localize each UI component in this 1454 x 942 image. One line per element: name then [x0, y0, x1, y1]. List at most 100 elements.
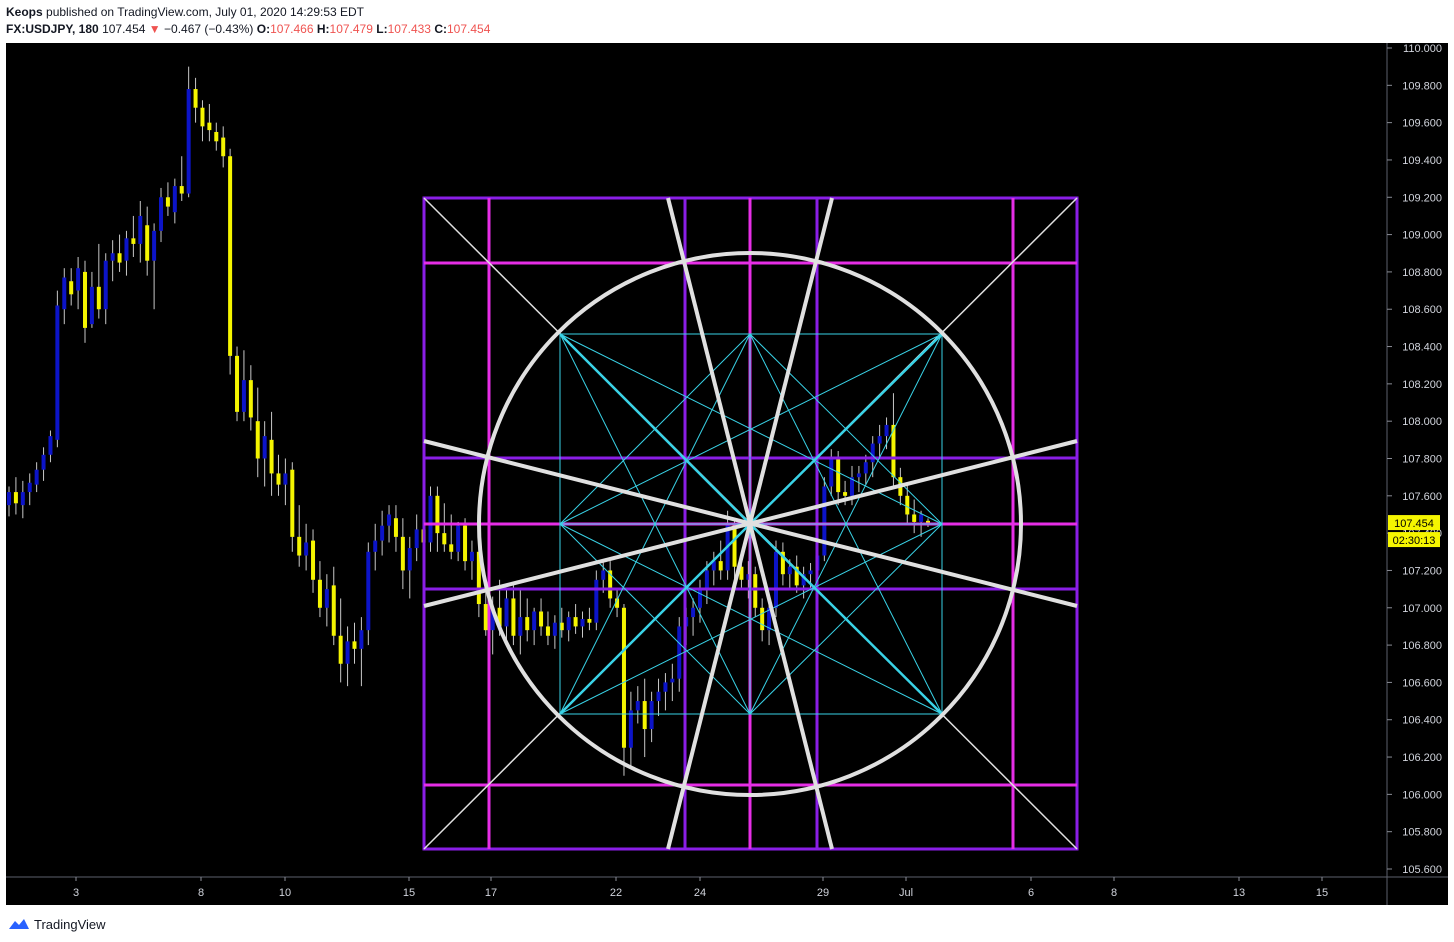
candle-body: [511, 598, 516, 636]
candle-body: [235, 355, 240, 412]
candle-body: [642, 701, 647, 730]
candle-body: [96, 286, 101, 310]
candle-body: [165, 197, 170, 207]
candle-body: [414, 529, 419, 549]
candle-body: [539, 611, 544, 627]
candle-body: [400, 536, 405, 571]
candle-body: [131, 238, 136, 244]
price-tick-label: 105.800: [1402, 827, 1442, 839]
candle-body: [787, 566, 792, 575]
time-tick-label: 8: [1111, 887, 1117, 899]
candle-body: [262, 436, 267, 459]
candle-body: [552, 622, 557, 636]
candle-body: [442, 533, 447, 545]
price-tick-label: 106.000: [1402, 789, 1442, 801]
candle-body: [545, 626, 550, 636]
candle-body: [290, 469, 295, 537]
candle-body: [124, 238, 129, 261]
candle-body: [145, 225, 150, 261]
time-tick-label: 8: [198, 887, 204, 899]
candle-body: [41, 454, 46, 470]
time-tick-label: Jul: [899, 887, 913, 899]
candle-body: [580, 618, 585, 627]
plot-area[interactable]: [6, 43, 1387, 877]
candle-body: [428, 495, 433, 543]
candle-body: [877, 436, 882, 444]
price-tick-label: 109.000: [1402, 230, 1442, 242]
last-price-tag-label: 107.454: [1394, 518, 1434, 530]
candle-body: [69, 281, 74, 295]
candle-body: [179, 186, 184, 194]
price-tick-label: 108.000: [1402, 416, 1442, 428]
candle-body: [138, 215, 143, 244]
candle-body: [483, 604, 488, 631]
candle-body: [89, 286, 94, 325]
candle: [235, 346, 240, 422]
price-tick-label: 106.800: [1402, 640, 1442, 652]
candle-body: [159, 197, 164, 231]
candle-body: [241, 380, 246, 412]
price-tick-label: 107.200: [1402, 565, 1442, 577]
candle-body: [331, 585, 336, 636]
candle-body: [677, 626, 682, 679]
candle-body: [13, 492, 18, 504]
time-tick-label: 15: [403, 887, 415, 899]
time-tick-label: 6: [1028, 887, 1034, 899]
candle-body: [518, 617, 523, 636]
candle-body: [7, 492, 11, 506]
candle-body: [380, 525, 385, 541]
candle-body: [110, 253, 115, 261]
candle-body: [732, 523, 737, 567]
candle-body: [463, 525, 468, 562]
time-tick-label: 15: [1316, 887, 1328, 899]
candle: [822, 477, 827, 562]
candle-body: [338, 635, 343, 664]
geometric-overlay: [422, 196, 1079, 851]
candle-body: [214, 131, 219, 142]
time-tick-label: 17: [485, 887, 497, 899]
candle-body: [691, 607, 696, 618]
time-axis[interactable]: [6, 877, 1448, 905]
candle-body: [103, 260, 108, 310]
candle-body: [587, 618, 592, 623]
candle-body: [76, 268, 81, 291]
candle-body: [393, 518, 398, 537]
candle-body: [345, 641, 350, 664]
price-tick-label: 108.400: [1402, 342, 1442, 354]
tradingview-logo-icon[interactable]: [8, 917, 30, 931]
candle-body: [228, 156, 233, 356]
candle-body: [248, 380, 253, 418]
candle-body: [836, 458, 841, 493]
price-chart[interactable]: 110.000 109.800 109.600 109.400 109.200 109.0…: [0, 0, 1454, 908]
candle-body: [905, 495, 910, 515]
candle-body: [566, 617, 571, 631]
time-tick-label: 29: [817, 887, 829, 899]
candle-body: [704, 570, 709, 590]
candle-body: [435, 495, 440, 534]
candle-body: [697, 589, 702, 608]
candle-body: [34, 469, 39, 485]
candle-body: [573, 617, 578, 627]
candle-body: [387, 514, 392, 526]
candle: [55, 290, 60, 448]
price-tick-label: 107.600: [1402, 491, 1442, 503]
candle-body: [656, 691, 661, 702]
candle-body: [255, 421, 260, 459]
candle-body: [324, 589, 329, 608]
candle: [366, 542, 371, 646]
candle-body: [663, 682, 668, 692]
candle-body: [152, 230, 157, 261]
time-tick-label: 24: [694, 887, 706, 899]
candle-body: [83, 271, 88, 328]
price-tick-label: 110.000: [1403, 43, 1442, 55]
brand-name[interactable]: TradingView: [34, 917, 106, 932]
candle-body: [884, 424, 889, 437]
candle-body: [469, 551, 474, 562]
candle-body: [718, 561, 723, 571]
candle: [228, 148, 233, 375]
time-tick-label: 22: [610, 887, 622, 899]
price-tick-label: 109.200: [1402, 192, 1442, 204]
candle-body: [456, 525, 461, 552]
candle-body: [193, 89, 198, 108]
candle-body: [269, 439, 274, 474]
